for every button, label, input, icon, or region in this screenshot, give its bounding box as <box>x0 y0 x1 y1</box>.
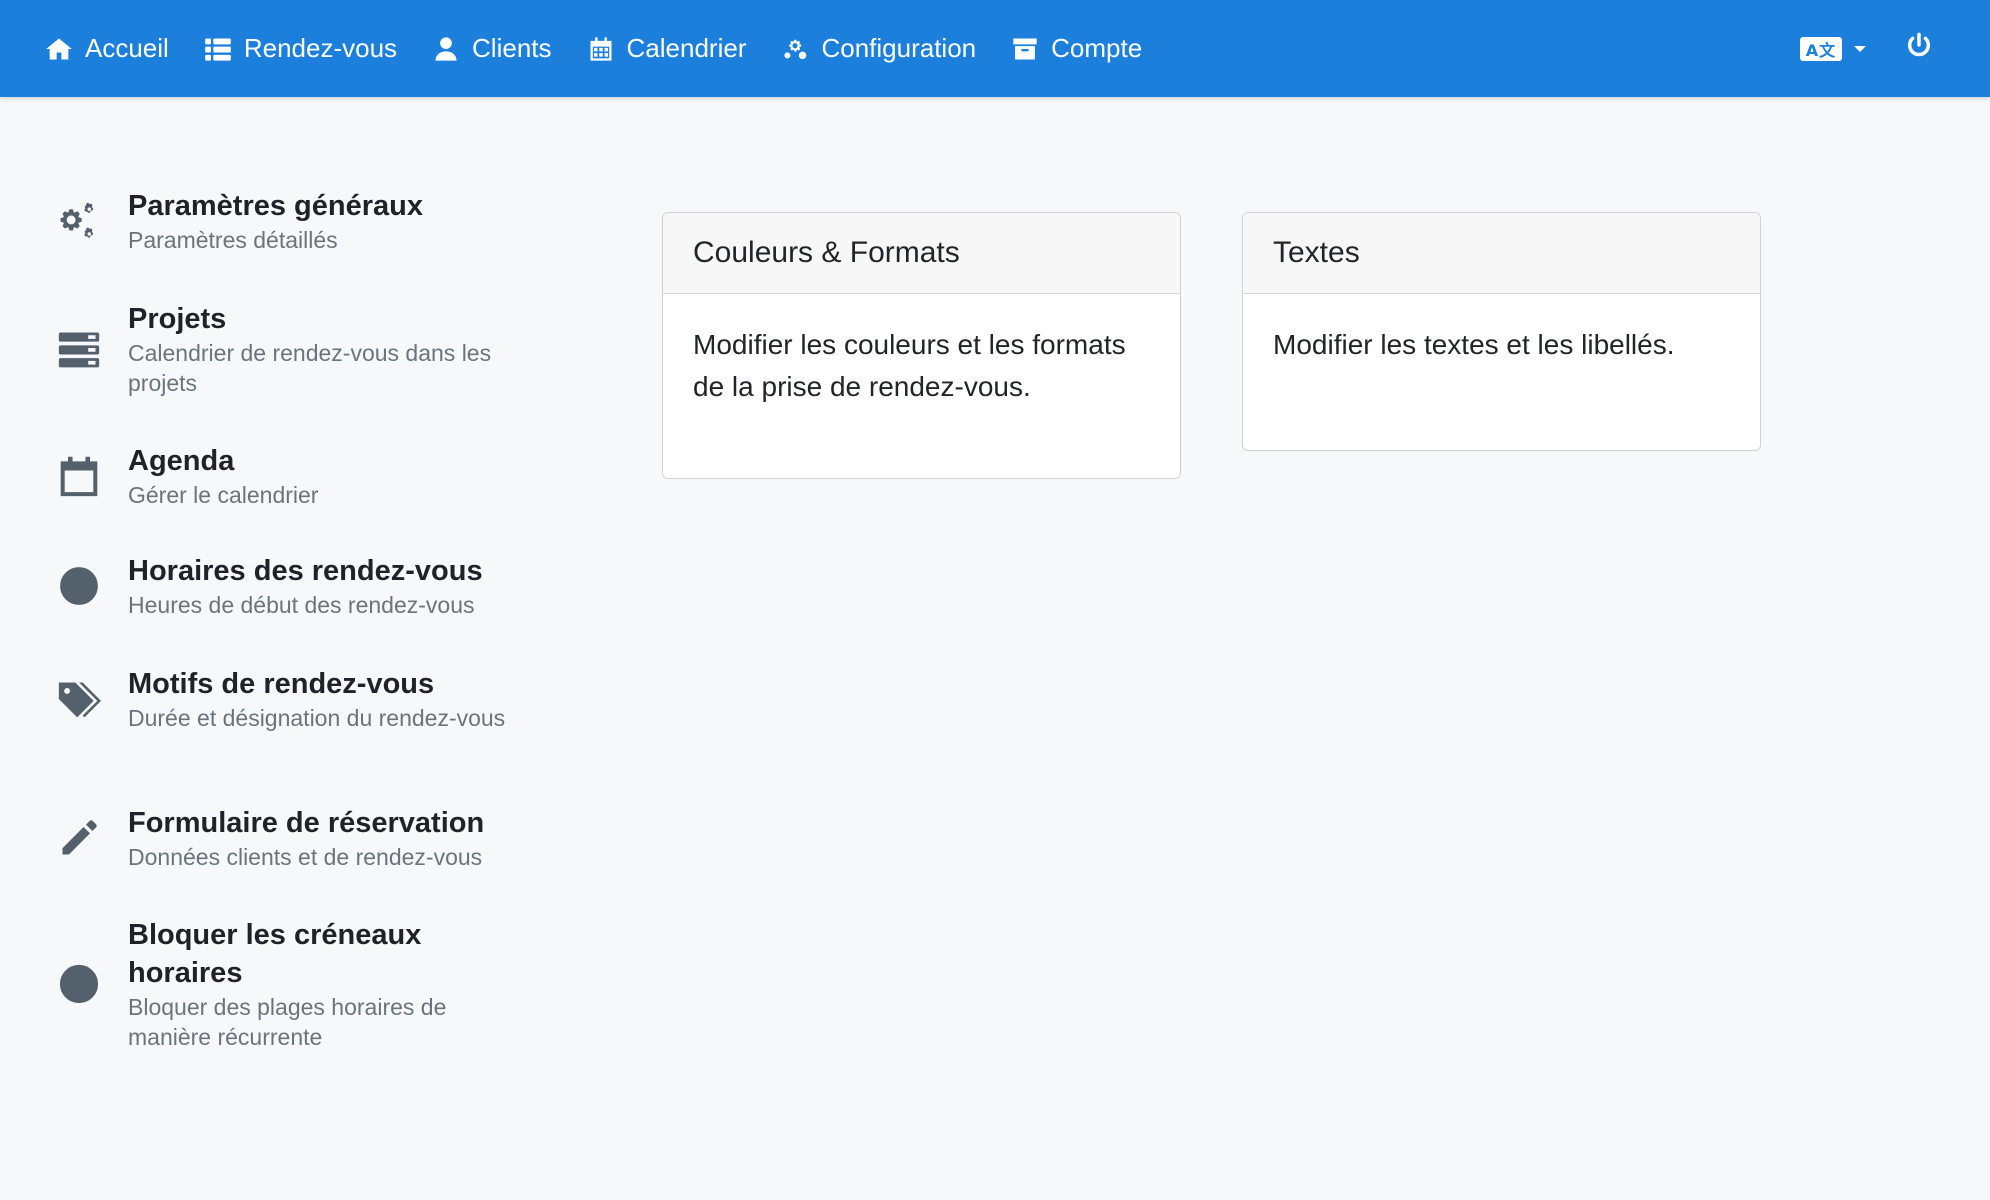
sidebar-item-text: Formulaire de réservation Données client… <box>128 804 528 872</box>
sidebar-item-subtitle: Données clients et de rendez-vous <box>128 844 483 870</box>
nav-item-configuration[interactable]: Configuration <box>780 0 976 97</box>
nav-item-rendez-vous[interactable]: Rendez-vous <box>203 0 397 97</box>
nav-right: A文 <box>1800 0 1990 97</box>
nav-item-label: Calendrier <box>626 33 747 63</box>
home-icon <box>44 34 74 64</box>
sidebar-item-title: Agenda <box>128 445 235 477</box>
sidebar-item-title: Motifs de rendez-vous <box>128 668 435 700</box>
sidebar-item-motifs[interactable]: Motifs de rendez-vous Durée et désignati… <box>55 665 528 733</box>
cogs-icon <box>780 34 810 64</box>
top-navbar: Accueil Rendez-vous Clients Calendrier C… <box>0 0 1990 97</box>
nav-item-accueil[interactable]: Accueil <box>44 0 169 97</box>
sidebar-item-title: Bloquer les créneaux horaires <box>128 919 422 989</box>
sidebar-item-projets[interactable]: Projets Calendrier de rendez-vous dans l… <box>55 300 528 398</box>
sidebar-item-text: Bloquer les créneaux horaires Bloquer de… <box>128 916 528 1052</box>
list-icon <box>203 34 233 64</box>
sidebar-item-formulaire[interactable]: Formulaire de réservation Données client… <box>55 804 528 872</box>
cogs-icon <box>55 187 103 255</box>
power-icon <box>1905 32 1933 65</box>
nav-item-label: Accueil <box>85 33 169 63</box>
server-icon <box>55 300 103 398</box>
sidebar-item-subtitle: Bloquer des plages horaires de manière r… <box>128 994 447 1050</box>
nav-item-label: Rendez-vous <box>243 33 398 63</box>
sidebar-item-subtitle: Calendrier de rendez-vous dans les proje… <box>128 340 492 396</box>
ban-icon <box>55 916 103 1052</box>
sidebar-item-agenda[interactable]: Agenda Gérer le calendrier <box>55 442 528 510</box>
nav-item-label: Compte <box>1051 33 1143 63</box>
language-icon: A文 <box>1800 36 1842 61</box>
sidebar-item-text: Paramètres généraux Paramètres détaillés <box>128 187 528 255</box>
sidebar-item-text: Horaires des rendez-vous Heures de début… <box>128 552 528 620</box>
card-header: Couleurs & Formats <box>663 213 1180 294</box>
clock-icon <box>55 552 103 620</box>
archive-icon <box>1010 34 1040 64</box>
chevron-down-icon <box>1854 45 1866 52</box>
sidebar-item-horaires[interactable]: Horaires des rendez-vous Heures de début… <box>55 552 528 620</box>
sidebar-item-subtitle: Heures de début des rendez-vous <box>128 592 475 618</box>
nav-menu: Accueil Rendez-vous Clients Calendrier C… <box>0 0 1176 97</box>
nav-item-calendrier[interactable]: Calendrier <box>586 0 747 97</box>
nav-item-label: Configuration <box>821 33 977 63</box>
pencil-icon <box>55 804 103 872</box>
card-body: Modifier les couleurs et les formats de … <box>693 329 1126 402</box>
user-icon <box>431 34 461 64</box>
sidebar-item-text: Agenda Gérer le calendrier <box>128 442 528 510</box>
calendar-icon <box>586 34 616 64</box>
sidebar-item-title: Horaires des rendez-vous <box>128 555 483 587</box>
language-dropdown[interactable]: A文 <box>1800 36 1866 61</box>
sidebar-item-title: Paramètres généraux <box>128 190 423 222</box>
sidebar-item-text: Projets Calendrier de rendez-vous dans l… <box>128 300 528 398</box>
logout-button[interactable] <box>1904 32 1934 65</box>
calendar-icon <box>55 442 103 510</box>
nav-item-label: Clients <box>472 33 552 63</box>
sidebar-item-subtitle: Durée et désignation du rendez-vous <box>128 705 506 731</box>
sidebar-item-text: Motifs de rendez-vous Durée et désignati… <box>128 665 528 733</box>
nav-item-compte[interactable]: Compte <box>1010 0 1142 97</box>
sidebar-item-subtitle: Paramètres détaillés <box>128 227 338 253</box>
tags-icon <box>55 665 103 733</box>
nav-item-clients[interactable]: Clients <box>431 0 552 97</box>
card-header: Textes <box>1243 213 1760 294</box>
sidebar-item-parametres-generaux[interactable]: Paramètres généraux Paramètres détaillés <box>55 187 528 255</box>
card-couleurs-formats[interactable]: Couleurs & Formats Modifier les couleurs… <box>662 212 1181 479</box>
card-textes[interactable]: Textes Modifier les textes et les libell… <box>1242 212 1761 451</box>
sidebar-item-subtitle: Gérer le calendrier <box>128 482 319 508</box>
sidebar-item-title: Projets <box>128 303 227 335</box>
sidebar-item-bloquer-creneaux[interactable]: Bloquer les créneaux horaires Bloquer de… <box>55 916 528 1052</box>
sidebar-item-title: Formulaire de réservation <box>128 807 485 839</box>
card-body: Modifier les textes et les libellés. <box>1273 329 1675 360</box>
